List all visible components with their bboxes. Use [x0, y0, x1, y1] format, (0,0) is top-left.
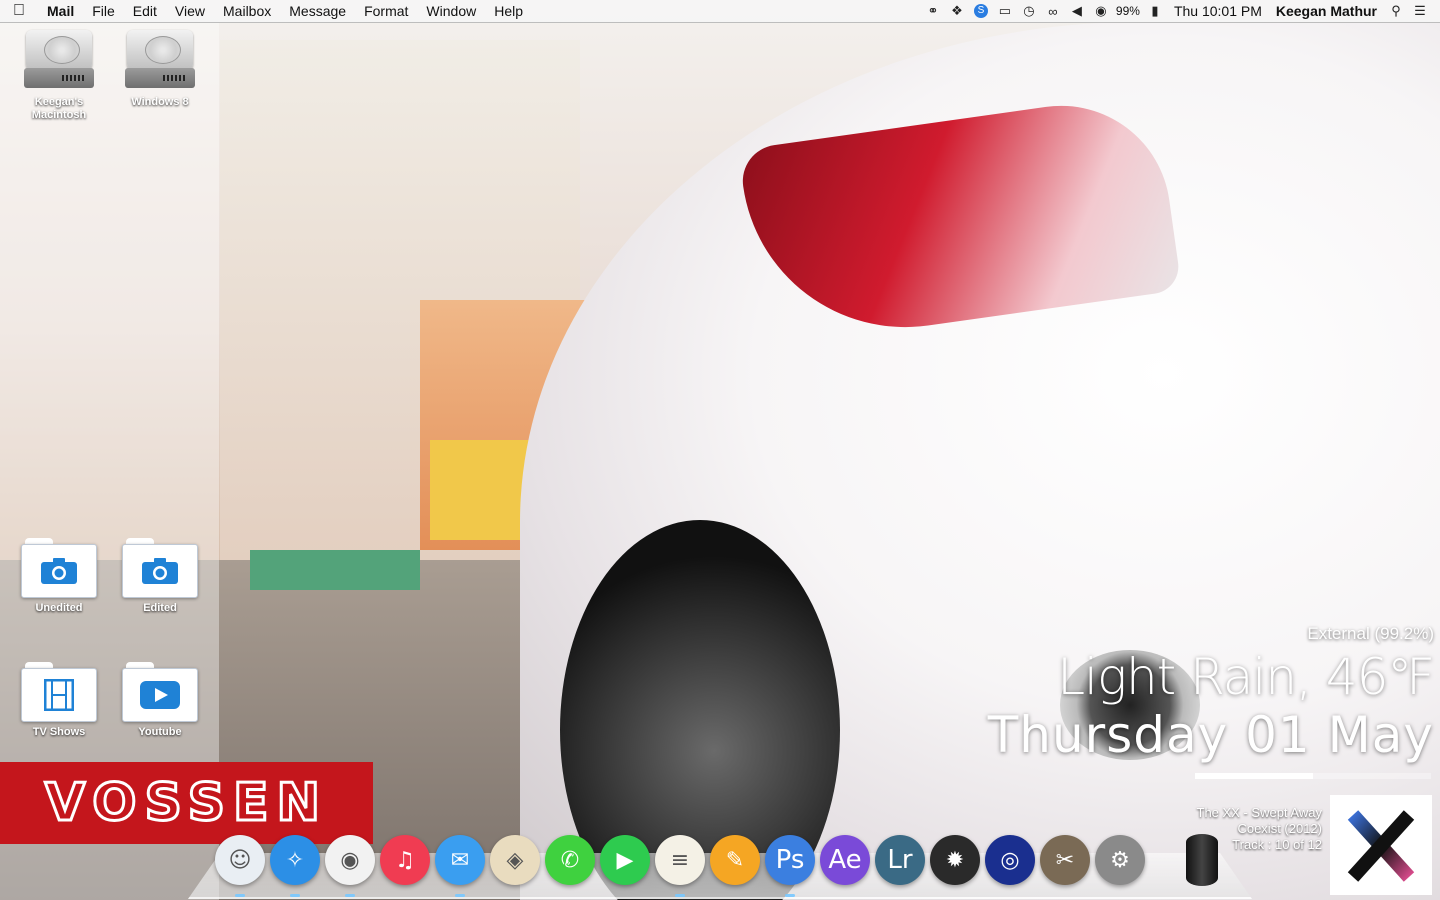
- menu-bar:  Mail File Edit View Mailbox Message Fo…: [0, 0, 1440, 23]
- notification-center-icon[interactable]: ☰: [1408, 0, 1432, 22]
- clock[interactable]: Thu 10:01 PM: [1167, 3, 1269, 19]
- menu-window[interactable]: Window: [417, 0, 485, 22]
- album-x-icon: [1347, 810, 1415, 882]
- camera-folder-icon: [21, 538, 97, 598]
- menu-message[interactable]: Message: [280, 0, 355, 22]
- mac-pro-icon[interactable]: [1186, 834, 1218, 886]
- bluetooth-icon[interactable]: ∞: [1041, 0, 1065, 22]
- dock-final-cut-icon[interactable]: ✹: [930, 835, 980, 885]
- time-machine-icon[interactable]: ◷: [1017, 0, 1041, 22]
- dropbox-icon[interactable]: ❖: [945, 0, 969, 22]
- menu-file[interactable]: File: [83, 0, 124, 22]
- hard-drive-icon: [24, 30, 94, 92]
- dock-audio-app-icon[interactable]: ◎: [985, 835, 1035, 885]
- dock-maps-icon[interactable]: ◈: [490, 835, 540, 885]
- track-progress-bar: [1195, 773, 1431, 779]
- user-name[interactable]: Keegan Mathur: [1269, 3, 1384, 19]
- apple-menu-icon[interactable]: : [0, 2, 38, 20]
- camera-folder-icon: [122, 538, 198, 598]
- track-title: The XX - Swept Away: [1196, 805, 1323, 820]
- weather-widget: Light Rain, 46℉: [1057, 648, 1435, 706]
- dock-mail-icon[interactable]: ✉: [435, 835, 485, 897]
- wifi-icon[interactable]: ◉: [1089, 0, 1113, 22]
- dock-notes-icon[interactable]: ≡: [655, 835, 705, 897]
- dock: ☺ ✧ ◉ ♫ ✉ ◈ ✆ ▶ ≡ ✎ Ps Ae Lr ✹ ◎ ✂ ⚙: [215, 834, 1150, 897]
- folder-label: Unedited: [35, 602, 83, 614]
- dock-photoshop-icon[interactable]: Ps: [765, 835, 815, 897]
- menu-edit[interactable]: Edit: [124, 0, 166, 22]
- film-folder-icon: [21, 662, 97, 722]
- dock-system-preferences-icon[interactable]: ⚙: [1095, 835, 1145, 885]
- dock-chrome-icon[interactable]: ◉: [325, 835, 375, 897]
- drive-keegans-macintosh[interactable]: Keegan's Macintosh: [8, 30, 110, 122]
- folder-label: Youtube: [138, 726, 182, 738]
- spotlight-icon[interactable]: ⚲: [1384, 0, 1408, 22]
- folder-label: TV Shows: [32, 726, 86, 738]
- dock-safari-icon[interactable]: ✧: [270, 835, 320, 897]
- folder-edited[interactable]: Edited: [109, 538, 211, 615]
- drive-label: Windows 8: [131, 96, 189, 108]
- headphones-icon[interactable]: ⚭: [921, 0, 945, 22]
- dock-lightroom-icon[interactable]: Lr: [875, 835, 925, 885]
- menu-format[interactable]: Format: [355, 0, 417, 22]
- app-menu[interactable]: Mail: [38, 0, 83, 22]
- disk-status-widget: External (99.2%): [1307, 624, 1434, 643]
- battery-icon[interactable]: ▮: [1143, 0, 1167, 22]
- play-folder-icon: [122, 662, 198, 722]
- volume-icon[interactable]: ◀: [1065, 0, 1089, 22]
- track-album: Coexist (2012): [1237, 821, 1322, 836]
- running-indicator: [235, 894, 245, 897]
- shazam-icon[interactable]: S: [969, 0, 993, 22]
- menu-view[interactable]: View: [166, 0, 214, 22]
- folder-tv-shows[interactable]: TV Shows: [8, 662, 110, 739]
- drive-label: Keegan's Macintosh: [31, 96, 87, 121]
- airplay-icon[interactable]: ▭: [993, 0, 1017, 22]
- dock-gimp-icon[interactable]: ✂: [1040, 835, 1090, 885]
- folder-label: Edited: [143, 602, 177, 614]
- running-indicator: [290, 894, 300, 897]
- running-indicator: [455, 894, 465, 897]
- vossen-logo: VOSSEN: [0, 762, 373, 844]
- dock-itunes-icon[interactable]: ♫: [380, 835, 430, 885]
- battery-percent: 99%: [1115, 4, 1140, 18]
- date-widget: Thursday 01 May: [987, 706, 1434, 764]
- running-indicator: [675, 894, 685, 897]
- album-art[interactable]: [1330, 795, 1432, 895]
- menu-mailbox[interactable]: Mailbox: [214, 0, 280, 22]
- dock-finder-icon[interactable]: ☺: [215, 835, 265, 897]
- menu-help[interactable]: Help: [485, 0, 532, 22]
- dock-pages-icon[interactable]: ✎: [710, 835, 760, 885]
- folder-unedited[interactable]: Unedited: [8, 538, 110, 615]
- hard-drive-icon: [125, 30, 195, 92]
- drive-windows-8[interactable]: Windows 8: [109, 30, 211, 109]
- folder-youtube[interactable]: Youtube: [109, 662, 211, 739]
- track-progress-fill: [1195, 773, 1313, 779]
- dock-after-effects-icon[interactable]: Ae: [820, 835, 870, 885]
- running-indicator: [345, 894, 355, 897]
- running-indicator: [785, 894, 795, 897]
- dock-facetime-icon[interactable]: ▶: [600, 835, 650, 885]
- dock-messages-icon[interactable]: ✆: [545, 835, 595, 885]
